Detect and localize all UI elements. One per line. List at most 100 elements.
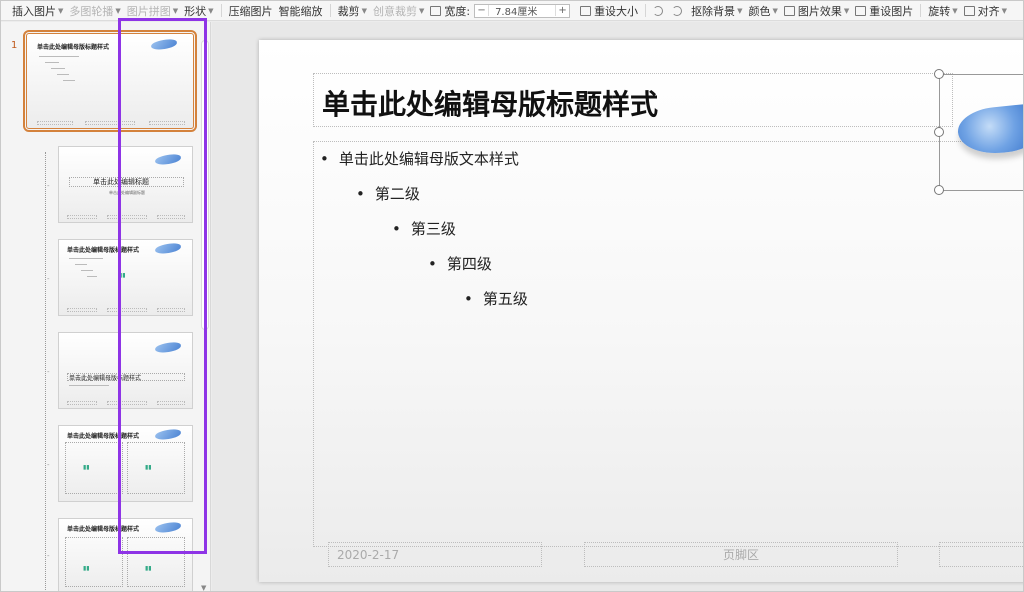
compress-image-button[interactable]: 压缩图片	[226, 1, 276, 20]
tree-connector: -	[47, 461, 50, 469]
rotate-left-button[interactable]	[650, 1, 669, 20]
chart-icon: ▮▮	[119, 272, 126, 279]
thumbnail-line	[51, 68, 65, 69]
thumbnail-footer	[107, 308, 147, 312]
bullet-icon: •	[464, 290, 473, 308]
insert-image-button[interactable]: 插入图片 ▼	[9, 1, 66, 20]
thumbnail-line	[39, 56, 79, 57]
width-stepper[interactable]: − 7.84厘米 +	[474, 3, 571, 18]
thumbnail-section-layout[interactable]: 单击此处编辑母版标题样式	[58, 332, 193, 409]
rotate-button[interactable]: 旋转 ▼	[925, 1, 960, 20]
thumbnail-scrollbar[interactable]	[201, 40, 209, 330]
reset-size-button[interactable]: 重设大小	[577, 1, 641, 20]
resize-handle-left[interactable]	[934, 127, 944, 137]
tree-connector: -	[47, 182, 50, 190]
bullet-icon: •	[356, 185, 365, 203]
image-effect-label: 图片效果	[797, 4, 842, 18]
pillow-image	[154, 242, 182, 255]
rotate-right-button[interactable]	[669, 1, 688, 20]
footer-placeholder[interactable]: 页脚区	[584, 542, 898, 567]
thumbnail-line	[81, 270, 93, 271]
tree-connector: -	[47, 275, 50, 283]
pillow-image	[955, 102, 1023, 158]
creative-crop-label: 创意裁剪	[372, 4, 417, 18]
shape-button[interactable]: 形状 ▼	[181, 1, 216, 20]
rotate-label: 旋转	[928, 4, 951, 18]
resize-handle-top-left[interactable]	[934, 69, 944, 79]
thumbnail-footer	[67, 308, 97, 312]
thumbnail-title: 单击此处编辑标题	[93, 178, 149, 186]
width-icon	[430, 5, 442, 16]
chevron-down-icon: ▼	[418, 6, 425, 15]
align-label: 对齐	[977, 4, 1000, 18]
slide-title: 单击此处编辑母版标题样式	[322, 88, 659, 121]
smart-scale-button[interactable]: 智能缩放	[276, 1, 326, 20]
thumbnail-footer	[157, 215, 185, 219]
text-level-label: 第二级	[374, 185, 420, 203]
wps-presentation-window: 插入图片 ▼ 多图轮播 ▼ 图片拼图 ▼ 形状 ▼ 压缩图片 智能缩放 裁剪 ▼ 创意裁剪…	[0, 0, 1024, 592]
body-text-placeholder[interactable]: • 单击此处编辑母版文本样式 • 第二级 • 第三级 • 第四级 • 第五级	[313, 141, 1023, 547]
thumbnail-footer	[37, 121, 73, 125]
creative-crop-button[interactable]: 创意裁剪 ▼	[370, 1, 427, 20]
title-placeholder[interactable]: 单击此处编辑母版标题样式	[313, 73, 953, 127]
thumbnail-master[interactable]: 单击此处编辑母版标题样式	[23, 30, 197, 132]
chart-icon: ▮▮	[83, 565, 90, 572]
multi-carousel-label: 多图轮播	[69, 4, 114, 18]
thumbnail-content-box	[127, 537, 185, 587]
footer-date-placeholder[interactable]: 2020-2-17	[328, 542, 542, 567]
resize-handle-bottom-left[interactable]	[934, 185, 944, 195]
pillow-image	[150, 38, 178, 51]
thumbnail-content-layout[interactable]: 单击此处编辑母版标题样式 ▮▮	[58, 239, 193, 316]
image-effect-button[interactable]: 图片效果 ▼	[781, 1, 852, 20]
thumbnail-footer	[85, 121, 135, 125]
rotate-right-icon	[672, 5, 683, 16]
thumbnail-line	[45, 62, 59, 63]
pillow-image	[154, 428, 182, 441]
layout-tree-line	[45, 152, 46, 591]
decrease-width-button[interactable]: −	[475, 5, 490, 16]
reset-image-button[interactable]: 重设图片	[852, 1, 916, 20]
text-level-label: 第五级	[482, 290, 528, 308]
bullet-icon: •	[320, 150, 329, 168]
thumbnail-title-layout[interactable]: 单击此处编辑标题 单击此处编辑副标题	[58, 146, 193, 223]
bullet-icon: •	[428, 255, 437, 273]
thumbnail-line	[87, 276, 97, 277]
chevron-down-icon: ▼	[172, 6, 179, 15]
tree-connector: -	[47, 552, 50, 560]
slide-editing-canvas[interactable]: 单击此处编辑母版标题样式 • 单击此处编辑母版文本样式 • 第二级 • 第三级 • 第四…	[212, 22, 1023, 591]
slide-number-placeholder[interactable]	[939, 542, 1023, 567]
remove-background-button[interactable]: 抠除背景 ▼	[688, 1, 745, 20]
width-input[interactable]: 7.84厘米	[489, 3, 555, 18]
scroll-down-arrow-icon[interactable]: ▼	[201, 584, 206, 591]
thumbnail-title: 单击此处编辑母版标题样式	[69, 375, 142, 382]
image-collage-label: 图片拼图	[126, 4, 171, 18]
thumbnail-comparison-layout[interactable]: 单击此处编辑母版标题样式 ▮▮ ▮▮	[58, 518, 193, 591]
text-level-2: • 第二级	[356, 183, 420, 204]
chevron-down-icon: ▼	[208, 6, 214, 15]
increase-width-button[interactable]: +	[555, 5, 569, 16]
toolbar-divider	[645, 4, 647, 17]
image-collage-button[interactable]: 图片拼图 ▼	[124, 1, 181, 20]
align-button[interactable]: 对齐 ▼	[961, 1, 1010, 20]
chevron-down-icon: ▼	[737, 6, 743, 15]
thumbnail-two-content-layout[interactable]: 单击此处编辑母版标题样式 ▮▮ ▮▮	[58, 425, 193, 502]
slide-master[interactable]: 单击此处编辑母版标题样式 • 单击此处编辑母版文本样式 • 第二级 • 第三级 • 第四…	[259, 40, 1023, 582]
crop-label: 裁剪	[337, 4, 360, 18]
thumbnail-title: 单击此处编辑母版标题样式	[37, 44, 110, 51]
width-label: 宽度:	[444, 4, 471, 18]
selected-pillow-image[interactable]	[934, 69, 1023, 195]
thumbnail-footer	[67, 215, 97, 219]
crop-button[interactable]: 裁剪 ▼	[335, 1, 370, 20]
chevron-down-icon: ▼	[772, 6, 778, 15]
multi-carousel-button[interactable]: 多图轮播 ▼	[66, 1, 123, 20]
shape-label: 形状	[184, 4, 207, 18]
thumbnail-footer	[157, 308, 185, 312]
thumbnail-line	[63, 80, 75, 81]
reset-image-label: 重设图片	[869, 4, 914, 18]
color-button[interactable]: 颜色 ▼	[745, 1, 780, 20]
rotate-left-icon	[653, 5, 664, 16]
thumbnail-footer	[67, 401, 97, 405]
slide-thumbnail-panel[interactable]: 1 单击此处编辑母版标题样式 - 单击此处编辑标题 单击此处编辑副标题 - 单击…	[1, 22, 211, 591]
thumbnail-line	[75, 264, 87, 265]
align-icon	[963, 5, 975, 16]
